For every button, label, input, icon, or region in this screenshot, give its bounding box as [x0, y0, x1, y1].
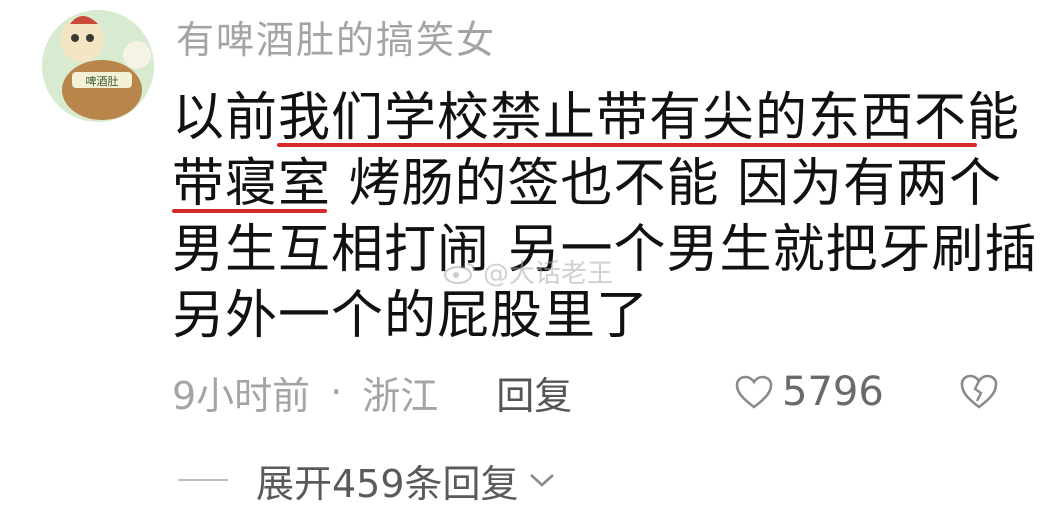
- comment-line-4: 另外一个的屁股里了: [172, 283, 1032, 349]
- comment-line-2-text: 带寝室 烤肠的签也不能 因为有两个: [172, 154, 1003, 214]
- chevron-down-icon: [529, 474, 554, 487]
- highlight-underline-1: [277, 143, 977, 147]
- timestamp: 9小时前: [172, 373, 311, 418]
- highlight-underline-2: [172, 209, 327, 213]
- avatar-illustration: 啤酒肚: [42, 10, 154, 122]
- watermark-text: @大话老王: [483, 259, 614, 289]
- weibo-logo-icon: [444, 262, 475, 284]
- comment-line-2: 带寝室 烤肠的签也不能 因为有两个: [172, 151, 1032, 217]
- reply-button[interactable]: 回复: [496, 365, 572, 420]
- location: 浙江: [362, 373, 439, 418]
- comment-line-1-text: 以前我们学校禁止带有尖的东西不能: [172, 88, 1021, 148]
- broken-heart-icon[interactable]: [958, 370, 1000, 412]
- like-count: 5796: [782, 369, 884, 415]
- expand-replies-button[interactable]: 展开459条回复: [178, 450, 557, 510]
- meta-separator: ·: [330, 370, 343, 414]
- like-button[interactable]: 5796: [734, 362, 884, 422]
- watermark: @大话老王: [443, 253, 613, 290]
- heart-outline-icon: [735, 375, 773, 409]
- expand-replies-label: 展开459条回复: [256, 461, 519, 506]
- expand-divider: [178, 479, 228, 481]
- comment-meta: 9小时前 · 浙江 回复: [172, 362, 1032, 422]
- avatar-label: 啤酒肚: [86, 74, 119, 88]
- comment-line-4-text: 另外一个的屁股里了: [172, 286, 650, 346]
- avatar[interactable]: 啤酒肚: [42, 10, 154, 122]
- username[interactable]: 有啤酒肚的搞笑女: [176, 15, 496, 65]
- comment-body: 以前我们学校禁止带有尖的东西不能 带寝室 烤肠的签也不能 因为有两个 男生互相打…: [172, 85, 1037, 349]
- comment-line-1: 以前我们学校禁止带有尖的东西不能: [172, 85, 1032, 151]
